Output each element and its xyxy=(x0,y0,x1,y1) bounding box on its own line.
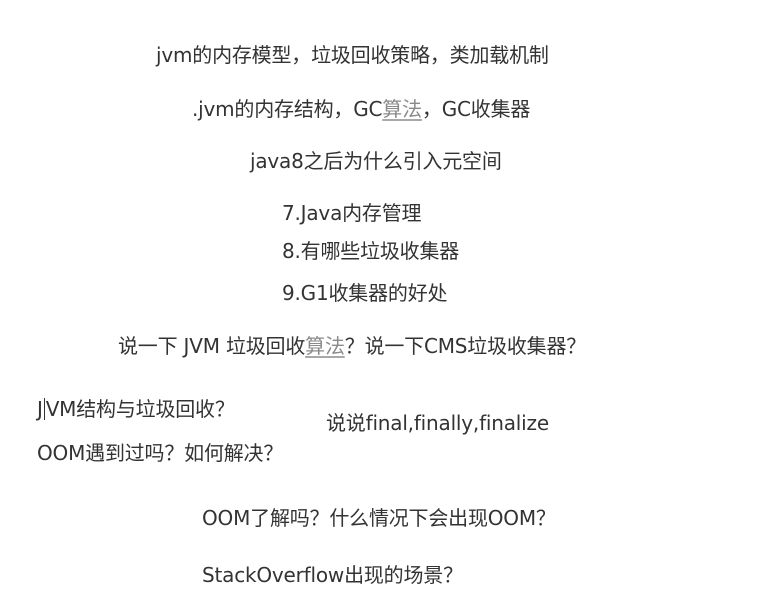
question-text-suffix: ，GC收集器 xyxy=(421,97,531,121)
question-final-finally-finalize: 说说final,finally,finalize xyxy=(326,411,549,435)
question-oom-encountered: OOM遇到过吗？如何解决？ xyxy=(37,441,284,465)
question-stackoverflow-scenarios: StackOverflow出现的场景？ xyxy=(202,563,463,587)
question-text-prefix: 说一下 JVM 垃圾回收 xyxy=(118,334,306,358)
question-text-prefix: .jvm的内存结构，GC xyxy=(192,97,383,121)
question-java8-metaspace: java8之后为什么引入元空间 xyxy=(250,149,502,173)
question-text-suffix: ？说一下CMS垃圾收集器？ xyxy=(344,334,587,358)
question-gc-algorithm-cms: 说一下 JVM 垃圾回收算法？说一下CMS垃圾收集器？ xyxy=(118,333,586,359)
question-oom-situations: OOM了解吗？什么情况下会出现OOM？ xyxy=(202,506,556,530)
algorithm-link[interactable]: 算法 xyxy=(305,334,345,358)
text-cursor xyxy=(43,398,45,420)
question-first-letter: J xyxy=(37,397,43,421)
question-g1-benefits: 9.G1收集器的好处 xyxy=(282,281,448,305)
question-garbage-collectors: 8.有哪些垃圾收集器 xyxy=(282,239,460,263)
question-java-memory-management: 7.Java内存管理 xyxy=(282,201,422,225)
question-jvm-memory-gc-classloading: jvm的内存模型，垃圾回收策略，类加载机制 xyxy=(156,43,549,67)
question-text-rest: VM结构与垃圾回收？ xyxy=(45,397,235,421)
algorithm-link[interactable]: 算法 xyxy=(382,97,422,121)
question-jvm-structure-gc: .jvm的内存结构，GC算法，GC收集器 xyxy=(192,96,530,122)
question-jvm-structure-gc-short[interactable]: J VM结构与垃圾回收？ xyxy=(37,396,235,422)
